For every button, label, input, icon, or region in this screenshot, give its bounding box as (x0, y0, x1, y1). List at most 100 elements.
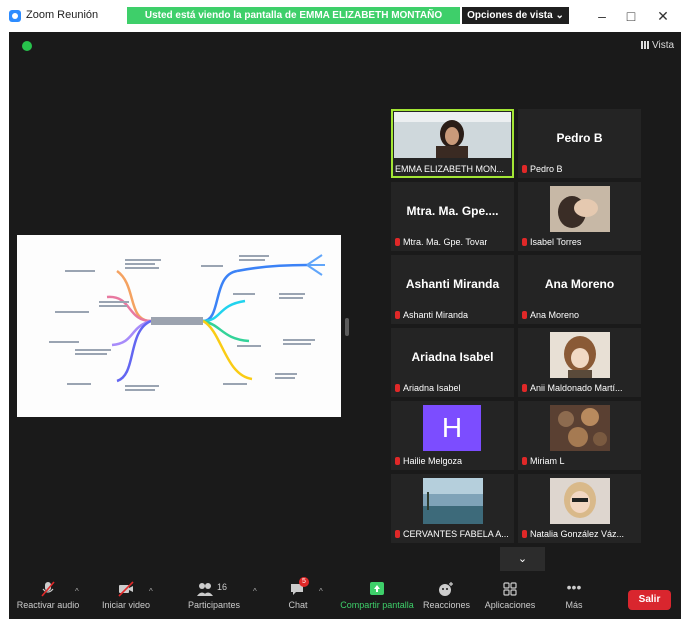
participant-tile-isabel[interactable]: Isabel Torres (518, 182, 641, 251)
participant-name: Hailie Melgoza (395, 456, 462, 466)
more-participants-chevron[interactable]: ⌄ (500, 547, 545, 571)
participant-tile-ana[interactable]: Ana Moreno Ana Moreno (518, 255, 641, 324)
muted-mic-icon (522, 165, 527, 173)
participant-tile-ariadna[interactable]: Ariadna Isabel Ariadna Isabel (391, 328, 514, 397)
participant-name-text: Ashanti Miranda (403, 310, 469, 320)
muted-mic-icon (522, 311, 527, 319)
screen-share-banner: Usted está viendo la pantalla de EMMA EL… (127, 7, 460, 38)
participant-tile-natalia[interactable]: Natalia González Váz... (518, 474, 641, 543)
more-icon: ••• (566, 579, 582, 595)
participant-tile-ashanti[interactable]: Ashanti Miranda Ashanti Miranda (391, 255, 514, 324)
participant-name: Isabel Torres (522, 237, 581, 247)
muted-mic-icon (395, 457, 400, 465)
participant-name: Ashanti Miranda (395, 310, 468, 320)
video-options-caret[interactable]: ^ (149, 587, 153, 596)
video-feed (394, 112, 511, 158)
share-screen-icon (370, 582, 384, 595)
muted-mic-icon (522, 530, 527, 538)
participant-name-text: Hailie Melgoza (403, 456, 463, 466)
muted-mic-icon (522, 457, 527, 465)
muted-mic-icon (41, 581, 55, 597)
participant-tile-hailie[interactable]: H Hailie Melgoza (391, 401, 514, 470)
apps-button[interactable]: Aplicaciones (481, 581, 539, 619)
video-off-icon (118, 581, 134, 597)
participant-name-text: Ariadna Isabel (403, 383, 461, 393)
participant-display-name: Ashanti Miranda (405, 277, 500, 291)
participants-count: 16 (217, 582, 228, 592)
muted-mic-icon (522, 384, 527, 392)
chat-button[interactable]: 5 Chat (279, 577, 317, 619)
participant-name-text: Mtra. Ma. Gpe. Tovar (403, 237, 488, 247)
participant-name: Pedro B (522, 164, 563, 174)
zoom-logo-icon (9, 10, 21, 22)
participant-display-name: Pedro B (556, 131, 603, 145)
participant-tile-pedro[interactable]: Pedro B Pedro B (518, 109, 641, 178)
participant-tile-anii[interactable]: Anii Maldonado Martí... (518, 328, 641, 397)
people-icon (197, 583, 213, 596)
unmute-button[interactable]: Reactivar audio (14, 581, 82, 619)
participant-name: EMMA ELIZABETH MON... (395, 164, 505, 174)
apps-label: Aplicaciones (484, 600, 536, 610)
more-label: Más (565, 600, 583, 610)
participant-name: Natalia González Váz... (522, 529, 624, 539)
maximize-button[interactable]: □ (620, 8, 642, 24)
audio-options-caret[interactable]: ^ (75, 587, 79, 596)
leave-button[interactable]: Salir (628, 590, 671, 610)
reactions-icon (439, 582, 453, 596)
title-bar: Zoom Reunión Usted está viendo la pantal… (0, 0, 685, 38)
apps-icon (503, 582, 517, 596)
grid-icon (641, 41, 649, 49)
close-button[interactable]: ✕ (652, 8, 674, 24)
participant-display-name: Ana Moreno (544, 277, 615, 291)
unmute-label: Reactivar audio (16, 600, 80, 610)
minimize-button[interactable]: – (591, 8, 613, 24)
chat-options-caret[interactable]: ^ (319, 587, 323, 596)
reactions-label: Reacciones (423, 600, 471, 610)
participants-button[interactable]: 16 Participantes (184, 581, 244, 619)
meeting-area: Vista EMMA ELIZABETH MON... Pedro B Pedr… (9, 32, 681, 579)
more-button[interactable]: ••• Más (557, 579, 591, 619)
chevron-down-icon: ⌄ (555, 10, 564, 21)
chevron-down-icon: ⌄ (517, 553, 528, 565)
chat-label: Chat (288, 600, 308, 610)
participants-options-caret[interactable]: ^ (253, 587, 257, 596)
shared-screen (17, 235, 341, 417)
participant-name-text: Miriam L (530, 456, 565, 466)
mind-map-diagram (49, 254, 325, 391)
participant-tile-cervantes[interactable]: CERVANTES FABELA A... (391, 474, 514, 543)
participant-name: CERVANTES FABELA A... (395, 529, 509, 539)
muted-mic-icon (395, 311, 400, 319)
muted-mic-icon (395, 238, 400, 246)
participant-name-text: Isabel Torres (530, 237, 582, 247)
participant-name-text: CERVANTES FABELA A... (403, 529, 509, 539)
participants-label: Participantes (187, 600, 241, 610)
participant-tile-tovar[interactable]: Mtra. Ma. Gpe.... Mtra. Ma. Gpe. Tovar (391, 182, 514, 251)
app-title: Zoom Reunión (26, 9, 99, 21)
profile-photo (550, 478, 610, 524)
participant-tile-emma[interactable]: EMMA ELIZABETH MON... (391, 109, 514, 178)
reactions-button[interactable]: Reacciones (423, 581, 471, 619)
participants-icon-group: 16 (196, 581, 232, 597)
profile-photo (423, 478, 483, 524)
participant-name-text: Anii Maldonado Martí... (530, 383, 623, 393)
shield-icon[interactable] (22, 41, 32, 51)
profile-photo (550, 332, 610, 378)
view-options-label: Opciones de vista (467, 10, 553, 21)
participant-name: Ariadna Isabel (395, 383, 461, 393)
participant-name-text: Ana Moreno (530, 310, 580, 320)
participant-display-name: Ariadna Isabel (411, 350, 494, 364)
view-label: Vista (652, 40, 675, 51)
participant-name: Mtra. Ma. Gpe. Tovar (395, 237, 487, 247)
share-screen-button[interactable]: Compartir pantalla (339, 581, 415, 619)
muted-mic-icon (395, 530, 400, 538)
meeting-toolbar: Reactivar audio ^ Iniciar video ^ 16 Par… (9, 577, 681, 619)
profile-photo (550, 186, 610, 232)
view-options-button[interactable]: Opciones de vista ⌄ (462, 7, 569, 24)
participant-name: Anii Maldonado Martí... (522, 383, 623, 393)
view-button[interactable]: Vista (641, 40, 674, 51)
start-video-label: Iniciar video (101, 600, 151, 610)
initial-avatar: H (423, 405, 481, 451)
participant-tile-miriam[interactable]: Miriam L (518, 401, 641, 470)
split-resize-handle[interactable] (345, 318, 349, 336)
participant-name-text: Natalia González Váz... (530, 529, 625, 539)
